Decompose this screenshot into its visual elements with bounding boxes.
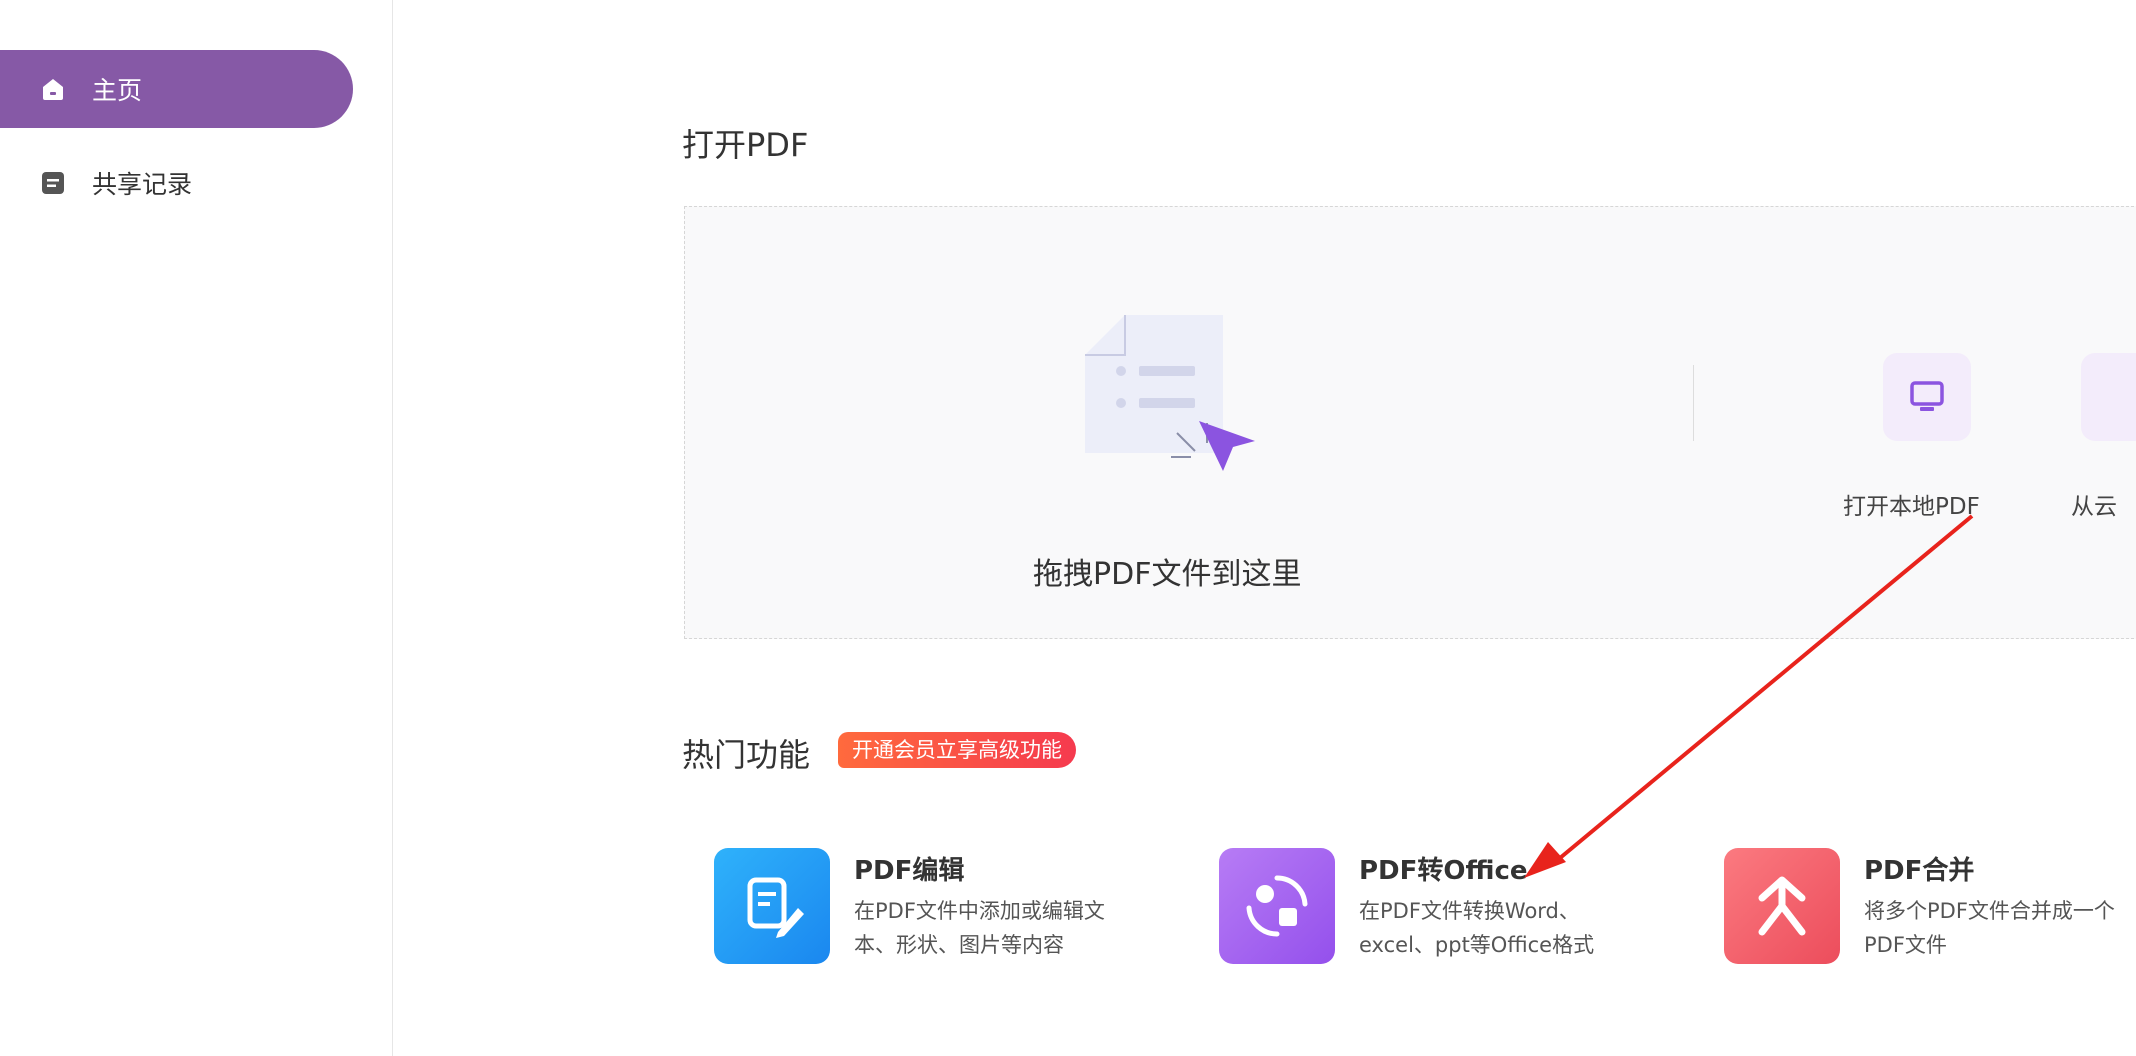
sidebar: 主页 共享记录 [0,0,393,1056]
open-cloud-tile [2081,353,2136,441]
open-cloud-label: 从云 [2071,494,2117,520]
sidebar-item-share-history[interactable]: 共享记录 [0,144,353,222]
open-local-tile [1883,353,1971,441]
hot-features-heading: 热门功能 [682,736,811,774]
document-icon [40,170,66,196]
open-local-pdf-label: 打开本地PDF [1843,494,1980,520]
sidebar-item-label: 主页 [92,76,143,105]
open-local-pdf-button[interactable]: 打开本地PDF [1843,353,2073,520]
feature-description-line: PDF文件 [1864,933,1947,957]
feature-pdf-to-office[interactable]: PDF转Office 在PDF文件转换Word、 excel、ppt等Offic… [1219,848,1679,968]
feature-description-line: 将多个PDF文件合并成一个 [1864,899,2115,923]
pdf-drop-zone[interactable]: 拖拽PDF文件到这里 打开本地PDF 从云 [684,206,2136,639]
document-drop-illustration [1085,315,1255,471]
convert-icon [1219,848,1335,964]
feature-pdf-merge[interactable]: PDF合并 将多个PDF文件合并成一个 PDF文件 [1724,848,2136,968]
feature-description: 在PDF文件中添加或编辑文 本、形状、图片等内容 [854,894,1105,962]
feature-description-line: 本、形状、图片等内容 [854,933,1064,957]
feature-description: 在PDF文件转换Word、 excel、ppt等Office格式 [1359,894,1594,962]
feature-title: PDF合并 [1864,856,1975,886]
main-content: 打开PDF 拖拽PDF文件到这里 打开本地PDF 从云 热门功能 开通会员立享高… [393,0,2136,1056]
feature-description-line: excel、ppt等Office格式 [1359,933,1595,957]
divider [1693,365,1694,441]
feature-description-line: 在PDF文件中添加或编辑文 [854,899,1105,923]
feature-title: PDF转Office [1359,856,1528,886]
feature-description-line: 在PDF文件转换Word、 [1359,899,1580,923]
feature-title: PDF编辑 [854,856,965,886]
app-window: 主页 共享记录 打开PDF 拖拽PDF文件到这里 打开本地PDF 从云 热门功能… [0,0,2136,1056]
monitor-icon [1910,381,1944,411]
open-from-cloud-button[interactable]: 从云 [2071,353,2136,520]
home-icon [40,76,66,102]
feature-pdf-edit[interactable]: PDF编辑 在PDF文件中添加或编辑文 本、形状、图片等内容 [714,848,1174,968]
edit-icon [714,848,830,964]
vip-badge[interactable]: 开通会员立享高级功能 [838,732,1076,768]
open-pdf-heading: 打开PDF [682,126,809,164]
drop-hint-text: 拖拽PDF文件到这里 [1033,557,1302,592]
sidebar-item-label: 共享记录 [92,170,193,199]
feature-description: 将多个PDF文件合并成一个 PDF文件 [1864,894,2115,962]
merge-icon [1724,848,1840,964]
sidebar-item-home[interactable]: 主页 [0,50,353,128]
